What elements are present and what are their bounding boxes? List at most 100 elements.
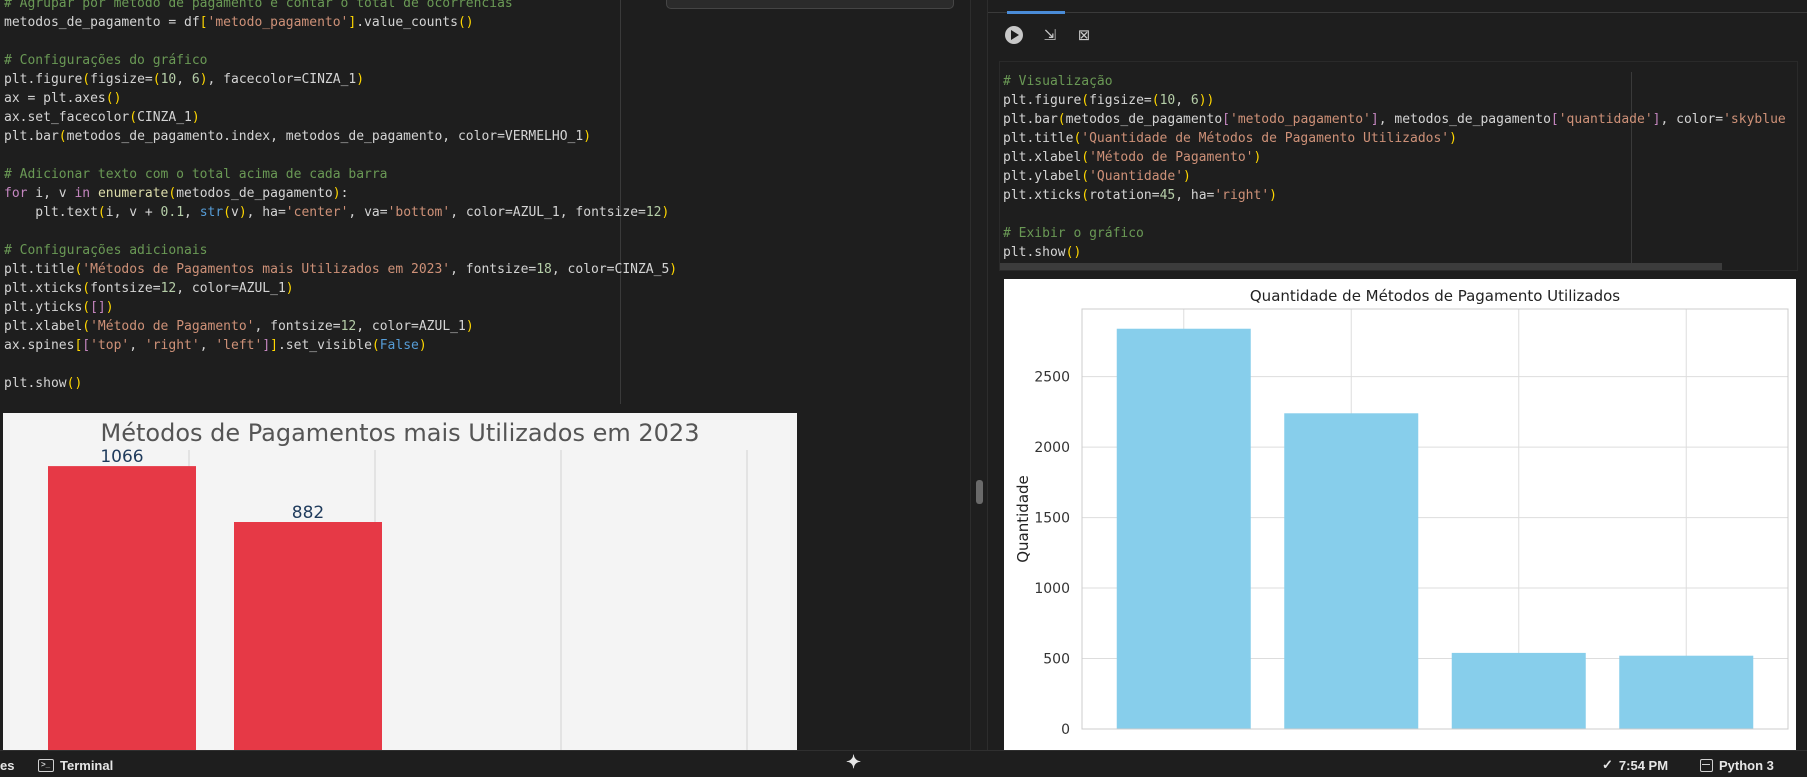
code-token: ) [238,205,247,220]
code-token: ( [1057,112,1066,127]
code-token: plt.bar [4,129,59,144]
terminal-icon: >_ [38,758,54,772]
code-token: metodos_de_pagamento [176,186,333,201]
code-line[interactable]: # Exibir o gráfico [1003,224,1786,243]
code-token: 'Método de Pagamento' [90,319,255,334]
code-token: ) [191,110,200,125]
code-line[interactable]: plt.xlabel('Método de Pagamento') [1003,148,1786,167]
code-token: ax.set_facecolor [4,110,130,125]
code-token: # Agrupar por método de pagamento e cont… [4,0,513,11]
code-token: ( [82,319,91,334]
code-cell-right[interactable]: # Visualização plt.figure(figsize=(10, 6)… [999,61,1798,271]
code-token: plt.show [1003,245,1066,260]
status-bar: es >_ Terminal ✦ ✓ 7:54 PM Python 3 [0,750,1807,777]
execution-status[interactable]: ✓ 7:54 PM [1602,757,1668,773]
sparkle-icon[interactable]: ✦ [846,752,861,772]
code-token: rotation= [1089,188,1160,203]
code-line[interactable]: plt.bar(metodos_de_pagamento['metodo_pag… [1003,110,1786,129]
cell-code[interactable]: # Visualização plt.figure(figsize=(10, 6)… [1003,72,1786,262]
code-line[interactable]: plt.title('Quantidade de Métodos de Paga… [1003,129,1786,148]
code-line[interactable]: plt.xlabel('Método de Pagamento', fontsi… [4,317,677,336]
code-token: plt.show [4,376,67,391]
code-line[interactable]: # Visualização [1003,72,1786,91]
y-tick-label: 2000 [1034,440,1070,456]
code-token: False [379,338,419,353]
code-token: , facecolor=CINZA_1 [207,72,357,87]
code-token: ) [1449,131,1457,146]
files-tab[interactable]: es [0,757,14,773]
code-line[interactable]: plt.text(i, v + 0.1, str(v), ha='center'… [4,203,677,222]
pane-splitter[interactable] [970,0,988,750]
code-line[interactable] [4,32,677,51]
code-token: plt.xticks [4,281,83,296]
code-line[interactable]: plt.figure(figsize=(10, 6), facecolor=CI… [4,70,677,89]
code-line[interactable]: plt.yticks([]) [4,298,677,317]
code-token: for [4,186,28,201]
code-token: ) [661,205,670,220]
code-line[interactable] [4,146,677,165]
code-line[interactable]: plt.xticks(rotation=45, ha='right') [1003,186,1786,205]
code-line[interactable] [1003,205,1786,224]
code-token: ( [97,205,106,220]
code-cell-left[interactable]: # Agrupar por método de pagamento e cont… [4,0,677,393]
code-token: ) [105,300,114,315]
code-token: () [457,15,474,30]
code-token: , [199,338,216,353]
code-token: ( [152,72,161,87]
right-bar-chart: 0 500 1000 1500 2000 2500 Quantidade de Método… [1014,287,1789,738]
code-token: plt.figure [4,72,83,87]
code-line[interactable]: plt.figure(figsize=(10, 6)) [1003,91,1786,110]
code-line[interactable]: # Configurações adicionais [4,241,677,260]
code-token: metodos_de_pagamento [1065,112,1223,127]
y-tick-label: 1000 [1034,581,1070,597]
code-token: ax.spines [4,338,75,353]
kernel-icon [1700,758,1713,772]
terminal-button[interactable]: >_ Terminal [38,757,113,773]
play-icon[interactable] [1002,23,1026,47]
code-token: , color=CINZA_5 [551,262,670,277]
code-line[interactable]: ax.spines[['top', 'right', 'left']].set_… [4,336,677,355]
code-token: ) [1269,188,1277,203]
active-tab-indicator [1007,11,1065,14]
left-editor-pane: # Agrupar por método de pagamento e cont… [0,0,970,750]
code-line[interactable]: plt.show() [1003,243,1786,262]
left-chart-output: Métodos de Pagamentos mais Utilizados em… [3,413,797,750]
code-token: str [199,205,224,220]
code-line[interactable]: ax.set_facecolor(CINZA_1) [4,108,677,127]
code-line[interactable]: # Agrupar por método de pagamento e cont… [4,0,677,13]
code-line[interactable]: plt.show() [4,374,677,393]
code-token: .set_visible [277,338,372,353]
collapse-icon[interactable]: ⇲ [1038,23,1062,47]
code-line[interactable]: # Configurações do gráfico [4,51,677,70]
data-label: 882 [292,503,324,523]
code-line[interactable]: plt.xticks(fontsize=12, color=AZUL_1) [4,279,677,298]
code-token: 45 [1159,188,1176,203]
code-line[interactable]: plt.ylabel('Quantidade') [1003,167,1786,186]
code-token: plt.xlabel [1003,150,1082,165]
code-token: ) [332,186,341,201]
code-token: , fontsize= [450,262,537,277]
code-token: ) [1206,93,1215,108]
code-token: , [184,205,200,220]
bar [234,522,382,750]
code-token: ) [583,129,592,144]
code-token: metodos_de_pagamento = df [4,15,200,30]
splitter-grip[interactable] [976,480,983,504]
kernel-selector[interactable]: Python 3 [1700,757,1774,773]
find-widget[interactable] [666,0,954,9]
code-line[interactable]: metodos_de_pagamento = df['metodo_pagame… [4,13,677,32]
code-line[interactable] [4,355,677,374]
code-line[interactable]: plt.title('Métodos de Pagamentos mais Ut… [4,260,677,279]
clear-output-icon[interactable]: ⊠ [1072,23,1096,47]
code-line[interactable]: for i, v in enumerate(metodos_de_pagamen… [4,184,677,203]
code-line[interactable]: ax = plt.axes() [4,89,677,108]
code-line[interactable]: plt.bar(metodos_de_pagamento.index, meto… [4,127,677,146]
code-token: 'Quantidade de Métodos de Pagamento Util… [1081,131,1450,146]
horizontal-scrollbar[interactable] [1000,263,1722,270]
code-token: metodos_de_pagamento.index, metodos_de_p… [66,129,584,144]
code-line[interactable] [4,222,677,241]
code-line[interactable]: # Adicionar texto com o total acima de c… [4,165,677,184]
code-token: ) [465,319,474,334]
code-token: 'skyblue [1723,112,1786,127]
